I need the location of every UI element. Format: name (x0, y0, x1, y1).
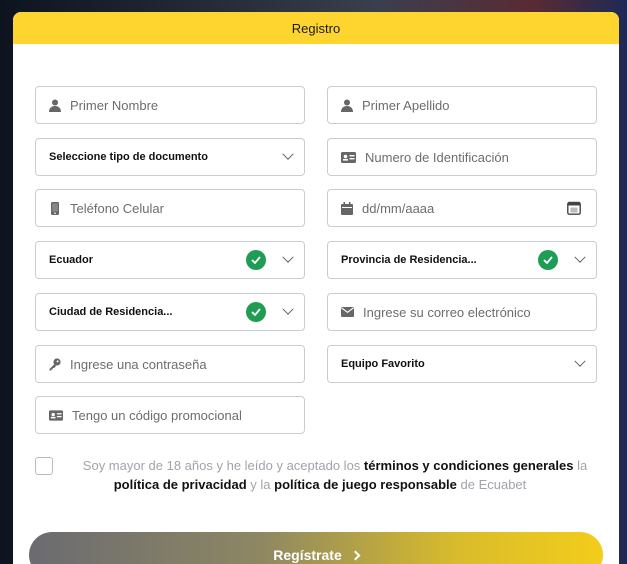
province-select[interactable]: Provincia de Residencia... (327, 241, 597, 279)
chevron-down-icon (574, 355, 586, 367)
city-value: Ciudad de Residencia... (49, 306, 173, 318)
document-type-select[interactable]: Seleccione tipo de documento (35, 138, 305, 176)
user-icon (341, 98, 353, 112)
check-circle-icon (246, 302, 266, 322)
birthdate-input[interactable] (362, 190, 567, 226)
favorite-team-value: Equipo Favorito (341, 358, 425, 370)
modal-title: Registro (291, 20, 341, 36)
id-number-field[interactable] (327, 138, 597, 176)
user-icon (49, 98, 61, 112)
phone-field[interactable] (35, 189, 305, 227)
calendar-picker-icon[interactable] (567, 201, 581, 215)
calendar-icon (341, 201, 353, 215)
first-name-input[interactable] (70, 87, 304, 123)
terms-text-part: de Ecuabet (456, 477, 527, 492)
id-card-icon (49, 408, 63, 422)
phone-input[interactable] (70, 190, 304, 226)
country-value: Ecuador (49, 254, 94, 266)
password-input[interactable] (70, 346, 304, 382)
registration-modal: Registro Seleccione tipo de documento (13, 12, 619, 564)
promo-code-field[interactable] (35, 396, 305, 434)
first-name-field[interactable] (35, 86, 305, 124)
email-input[interactable] (363, 294, 596, 330)
register-button-label: Regístrate (273, 547, 342, 563)
country-select[interactable]: Ecuador (35, 241, 305, 279)
favorite-team-select[interactable]: Equipo Favorito (327, 345, 597, 383)
modal-header: Registro (13, 12, 619, 44)
responsible-gaming-link[interactable]: política de juego responsable (274, 477, 457, 492)
chevron-right-icon (350, 550, 361, 560)
last-name-input[interactable] (362, 87, 596, 123)
chevron-down-icon (574, 251, 586, 263)
chevron-down-icon (282, 148, 294, 160)
chevron-down-icon (282, 303, 294, 315)
register-button[interactable]: Regístrate (29, 532, 603, 564)
id-number-input[interactable] (365, 139, 596, 175)
envelope-icon (341, 305, 354, 319)
terms-text-part: la (573, 458, 588, 473)
check-circle-icon (538, 250, 558, 270)
last-name-field[interactable] (327, 86, 597, 124)
city-select[interactable]: Ciudad de Residencia... (35, 293, 305, 331)
province-value: Provincia de Residencia... (341, 254, 477, 266)
promo-code-input[interactable] (72, 397, 304, 433)
phone-icon (49, 201, 61, 215)
birthdate-field[interactable] (327, 189, 597, 227)
chevron-down-icon (282, 251, 294, 263)
key-icon (49, 357, 61, 371)
privacy-policy-link[interactable]: política de privacidad (114, 477, 247, 492)
check-circle-icon (246, 250, 266, 270)
email-field[interactable] (327, 293, 597, 331)
terms-text-part: y la (246, 477, 275, 492)
password-field[interactable] (35, 345, 305, 383)
terms-link[interactable]: términos y condiciones generales (364, 458, 574, 473)
terms-text-part: Soy mayor de 18 años y he leído y acepta… (82, 458, 364, 473)
document-type-value: Seleccione tipo de documento (49, 151, 208, 163)
terms-text: Soy mayor de 18 años y he leído y acepta… (35, 456, 605, 494)
id-card-icon (341, 150, 356, 164)
